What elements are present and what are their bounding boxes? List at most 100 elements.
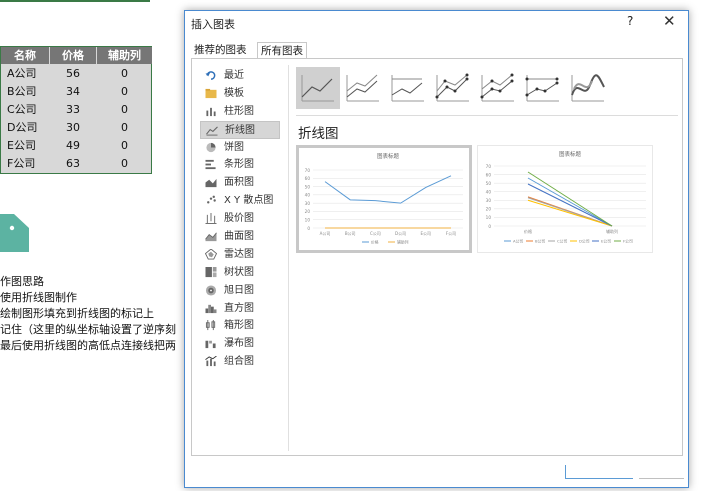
chart-type-item[interactable]: 直方图 (200, 300, 280, 318)
subtype-percent-stacked-line-with-markers-icon[interactable] (521, 67, 565, 109)
row-cell-name[interactable]: B公司 (7, 83, 51, 100)
row-cell-name[interactable]: D公司 (7, 119, 51, 136)
chart-type-item[interactable]: 曲面图 (200, 228, 280, 246)
chart-type-item[interactable]: 瀑布图 (200, 335, 280, 353)
x-tick-label: 价格 (524, 228, 532, 234)
chart-type-label: 直方图 (224, 302, 254, 314)
chart-type-item[interactable]: 箱形图 (200, 317, 280, 335)
chart-type-label: 雷达图 (224, 248, 254, 260)
row-cell-price[interactable]: 63 (50, 155, 96, 172)
chart-preview-2[interactable]: 图表标题 0 10 20 30 40 50 60 70 价格 辅助列 A公司 B公司 C公司 D公司 E公司 F… (477, 145, 653, 253)
tab-recommended-charts[interactable]: 推荐的图表 (191, 42, 250, 59)
chart-type-label: X Y 散点图 (224, 195, 274, 207)
chart-type-label: 旭日图 (224, 284, 254, 296)
surface-chart-icon (205, 231, 217, 242)
histogram-chart-icon (205, 303, 217, 314)
subtype-stacked-line-icon[interactable] (341, 67, 385, 109)
row-cell-name[interactable]: E公司 (7, 137, 51, 154)
recent-icon (205, 70, 217, 81)
column-chart-icon (205, 106, 217, 117)
x-tick-label: 辅助列 (606, 228, 618, 234)
chart-type-label: 股价图 (224, 213, 254, 225)
bar-chart-icon (205, 159, 217, 170)
row-cell-aux[interactable]: 0 (97, 155, 152, 172)
chart-type-item[interactable]: 组合图 (200, 353, 280, 371)
chart-type-label: 曲面图 (224, 231, 254, 243)
row-cell-aux[interactable]: 0 (97, 65, 152, 82)
cancel-button[interactable] (639, 465, 684, 479)
row-cell-price[interactable]: 56 (50, 65, 96, 82)
legend-label: E公司 (601, 239, 611, 244)
close-button[interactable]: ✕ (663, 12, 676, 30)
chart-type-item[interactable]: 旭日图 (200, 282, 280, 300)
chart-type-label: 最近 (224, 70, 244, 81)
stock-chart-icon (205, 213, 217, 225)
y-tick-label: 10 (305, 218, 311, 223)
legend-label: B公司 (535, 239, 545, 244)
chart-type-item[interactable]: 面积图 (200, 174, 280, 192)
chart-type-label: 模板 (224, 87, 244, 99)
note-line: 作图思路 (0, 275, 44, 288)
chart-type-item[interactable]: 条形图 (200, 156, 280, 174)
chart-type-label: 条形图 (224, 159, 254, 171)
row-cell-name[interactable]: F公司 (7, 155, 51, 172)
row-cell-aux[interactable]: 0 (97, 119, 152, 136)
chart-title: 图表标题 (559, 150, 582, 158)
chart-type-label: 柱形图 (224, 105, 254, 117)
row-cell-aux[interactable]: 0 (97, 83, 152, 100)
chart-type-item[interactable]: 股价图 (200, 210, 280, 228)
chart-preview-plot: 图表标题 0 10 20 30 40 50 60 70 价格 辅助列 A公司 B公司 C公司 D公司 E公司 F… (486, 150, 646, 244)
chart-type-item[interactable]: 柱形图 (200, 103, 280, 121)
y-tick-label: 0 (307, 226, 310, 231)
row-cell-price[interactable]: 49 (50, 137, 96, 154)
subtype-3d-line-icon[interactable] (566, 67, 610, 109)
column-header-price[interactable]: 价格 (50, 47, 96, 64)
chart-type-item[interactable]: 模板 (200, 85, 280, 103)
all-charts-panel: 最近模板柱形图折线图 饼图条形图面积图 X Y 散点图 股价图曲面图雷达图树状图旭日图… (191, 58, 683, 456)
chart-type-item[interactable]: 折线图 (200, 120, 280, 139)
y-tick-label: 50 (305, 184, 311, 189)
sunburst-chart-icon (205, 285, 217, 296)
chart-type-item[interactable]: 饼图 (200, 139, 280, 157)
dialog-title: 插入图表 (191, 18, 235, 31)
subtype-line-icon[interactable] (296, 67, 340, 109)
ok-button[interactable] (565, 465, 633, 479)
x-tick-label: B公司 (345, 231, 356, 236)
tab-all-charts[interactable]: 所有图表 (257, 42, 307, 59)
boxplot-chart-icon (205, 320, 217, 331)
y-tick-label: 50 (486, 181, 492, 186)
legend-label: A公司 (513, 239, 523, 244)
chart-preview-plot: 图表标题 0 10 20 30 40 50 60 70 A公司 B公司 C公司 D公司 E公司 F公司价格 辅… (305, 152, 463, 245)
row-cell-aux[interactable]: 0 (97, 137, 152, 154)
chart-type-item[interactable]: X Y 散点图 (200, 192, 280, 210)
subtype-stacked-line-with-markers-icon[interactable] (476, 67, 520, 109)
legend-label: D公司 (579, 239, 590, 244)
column-header-aux[interactable]: 辅助列 (97, 47, 152, 64)
row-cell-name[interactable]: A公司 (7, 65, 51, 82)
chart-type-item[interactable]: 树状图 (200, 264, 280, 282)
x-tick-label: D公司 (395, 231, 406, 236)
subtype-percent-stacked-line-icon[interactable] (386, 67, 430, 109)
note-line: 最后使用折线图的高低点连接线把两 (0, 339, 176, 352)
y-tick-label: 70 (486, 164, 492, 169)
y-tick-label: 0 (488, 224, 491, 229)
chart-preview-1[interactable]: 图表标题 0 10 20 30 40 50 60 70 A公司 B公司 C公司 D公司 E公司 F公司 价格 辅… (296, 145, 472, 253)
y-tick-label: 30 (305, 201, 311, 206)
subtype-line-with-markers-icon[interactable] (431, 67, 475, 109)
row-cell-name[interactable]: C公司 (7, 101, 51, 118)
tag-shape-icon[interactable] (0, 214, 29, 252)
row-cell-price[interactable]: 33 (50, 101, 96, 118)
treemap-chart-icon (205, 266, 217, 278)
x-tick-label: E公司 (421, 231, 432, 236)
sheet-top-border (0, 0, 150, 2)
data-table[interactable]: 名称 价格 辅助列 A公司 56 0 B公司 34 0 C公司 33 0 D公司 30 0 E公司 49 0… (0, 46, 152, 174)
row-cell-aux[interactable]: 0 (97, 101, 152, 118)
note-line: 绘制图形填充到折线图的标记上 (0, 307, 154, 320)
help-button[interactable]: ? (627, 14, 633, 28)
y-tick-label: 70 (305, 168, 311, 173)
chart-type-item[interactable]: 最近 (200, 67, 280, 85)
row-cell-price[interactable]: 34 (50, 83, 96, 100)
column-header-name[interactable]: 名称 (1, 47, 49, 64)
row-cell-price[interactable]: 30 (50, 119, 96, 136)
chart-type-item[interactable]: 雷达图 (200, 246, 280, 264)
